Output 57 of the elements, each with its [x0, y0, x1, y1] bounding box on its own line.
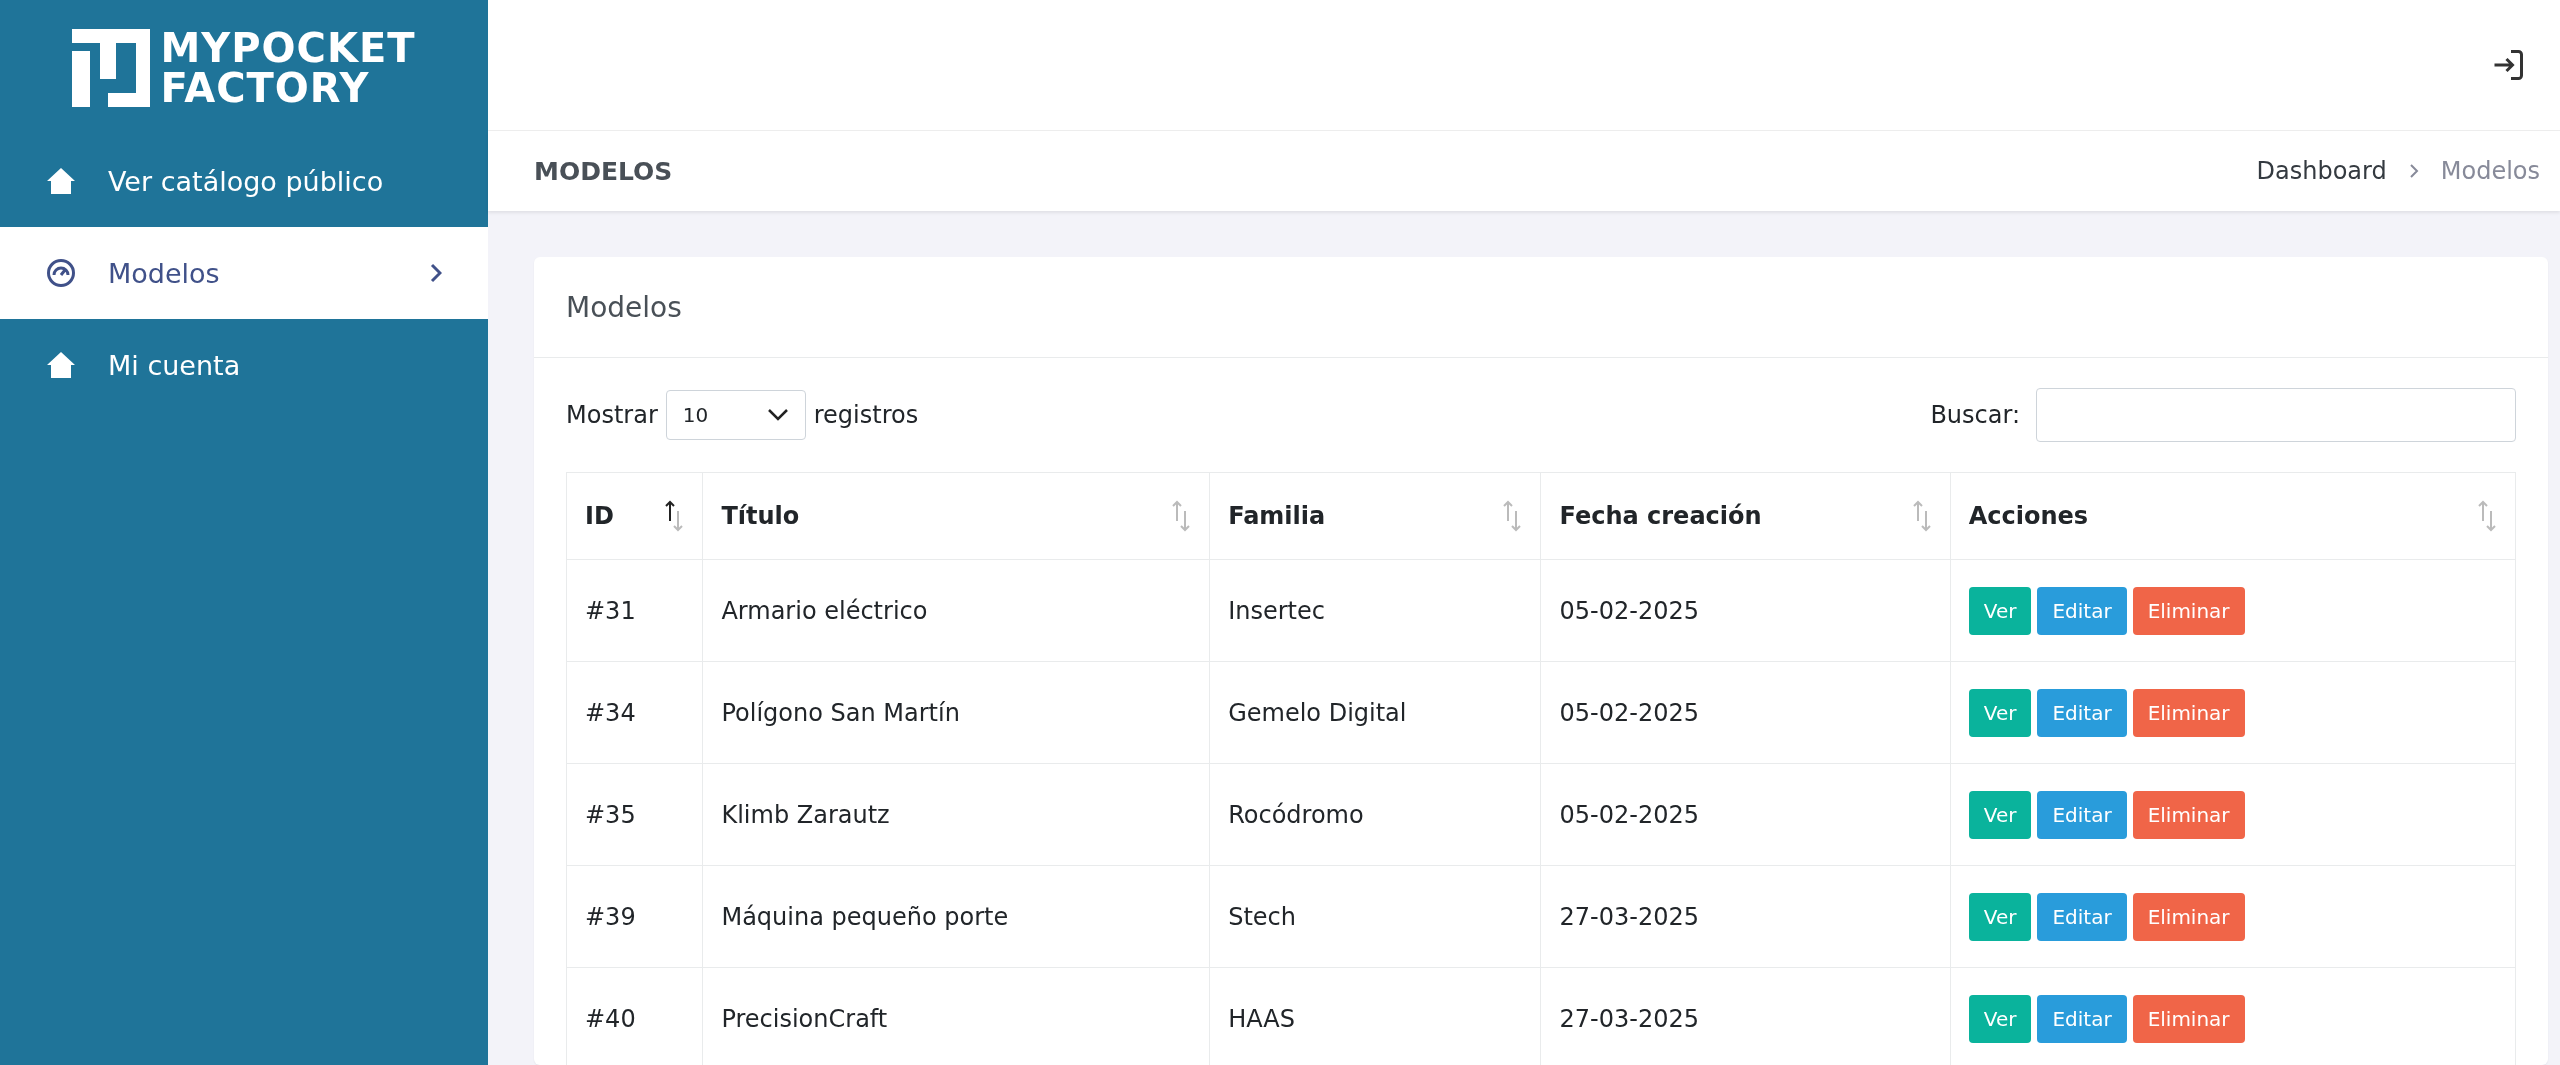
delete-button[interactable]: Eliminar: [2132, 586, 2245, 635]
delete-button[interactable]: Eliminar: [2132, 790, 2245, 839]
search-field[interactable]: [2036, 388, 2516, 442]
edit-button[interactable]: Editar: [2037, 688, 2127, 737]
chevron-right-icon: [2408, 163, 2419, 179]
sidebar-item[interactable]: Ver catálogo público: [0, 135, 488, 227]
table-cell: Stech: [1209, 865, 1541, 968]
logo-icon: [72, 28, 151, 107]
view-button[interactable]: Ver: [1968, 790, 2032, 839]
delete-button[interactable]: Eliminar: [2132, 688, 2245, 737]
sidebar-item[interactable]: Mi cuenta: [0, 319, 488, 411]
delete-button[interactable]: Eliminar: [2132, 994, 2245, 1043]
view-button[interactable]: Ver: [1968, 688, 2032, 737]
gauge-icon: [46, 258, 76, 288]
edit-button[interactable]: Editar: [2037, 994, 2127, 1043]
page-title: MODELOS: [534, 156, 673, 186]
column-header[interactable]: Familia: [1228, 502, 1326, 530]
chevron-down-icon: [766, 408, 789, 422]
length-select[interactable]: 10: [665, 390, 806, 440]
column-header[interactable]: Acciones: [1968, 502, 2089, 530]
table-cell: #40: [566, 967, 703, 1065]
delete-button[interactable]: Eliminar: [2132, 892, 2245, 941]
table-cell: 05-02-2025: [1541, 763, 1951, 866]
home-icon: [46, 167, 76, 195]
edit-button[interactable]: Editar: [2037, 892, 2127, 941]
table-cell: 27-03-2025: [1541, 865, 1951, 968]
table-cell: 05-02-2025: [1541, 559, 1951, 662]
table-cell: #34: [566, 661, 703, 764]
view-button[interactable]: Ver: [1968, 892, 2032, 941]
sidebar-item[interactable]: Modelos: [0, 227, 488, 319]
table-cell: Klimb Zarautz: [702, 763, 1210, 866]
table-cell: Polígono San Martín: [702, 661, 1210, 764]
table-cell: #35: [566, 763, 703, 866]
sort-icon[interactable]: [664, 499, 685, 533]
table-cell: Gemelo Digital: [1209, 661, 1541, 764]
table-cell: #39: [566, 865, 703, 968]
table-cell: #31: [566, 559, 703, 662]
table-cell: Insertec: [1209, 559, 1541, 662]
column-header[interactable]: Fecha creación: [1559, 502, 1762, 530]
breadcrumb-link[interactable]: Modelos: [2440, 157, 2540, 185]
table-cell: Máquina pequeño porte: [702, 865, 1210, 968]
view-button[interactable]: Ver: [1968, 586, 2032, 635]
breadcrumb-link[interactable]: Dashboard: [2256, 157, 2387, 185]
logo-text: MYPOCKET FACTORY: [160, 27, 416, 108]
edit-button[interactable]: Editar: [2037, 790, 2127, 839]
column-header[interactable]: ID: [585, 502, 614, 530]
card-title: Modelos: [566, 290, 682, 324]
home-icon: [46, 351, 76, 379]
length-label: Mostrar: [566, 401, 658, 429]
edit-button[interactable]: Editar: [2037, 586, 2127, 635]
table-cell: Armario eléctrico: [702, 559, 1210, 662]
view-button[interactable]: Ver: [1968, 994, 2032, 1043]
table-cell: Rocódromo: [1209, 763, 1541, 866]
column-header[interactable]: Título: [721, 502, 800, 530]
search-label: Buscar:: [1930, 401, 2020, 429]
length-label: registros: [813, 401, 919, 429]
table-cell: 05-02-2025: [1541, 661, 1951, 764]
